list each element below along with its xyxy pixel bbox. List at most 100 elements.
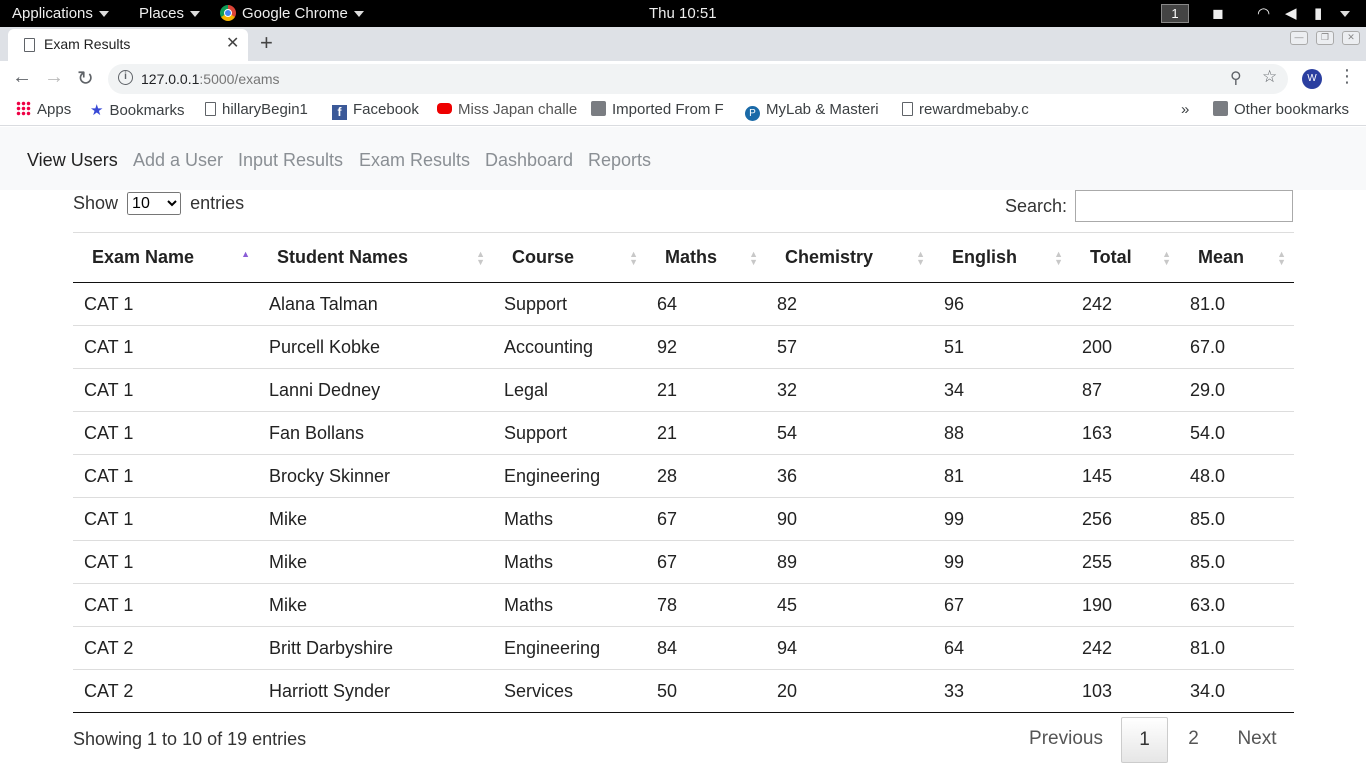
table-cell: 242 — [1071, 282, 1179, 326]
applications-menu[interactable]: Applications — [12, 0, 109, 27]
table-cell: Services — [493, 669, 646, 713]
column-header-total[interactable]: Total ▲ ▼ — [1071, 232, 1179, 283]
page-length-select[interactable]: 10 — [127, 192, 182, 215]
star-icon: ★ — [90, 102, 104, 119]
pagination-page-1[interactable]: 1 — [1121, 717, 1168, 763]
bookmark-other[interactable]: Other bookmarks — [1213, 101, 1349, 118]
places-label: Places — [139, 5, 185, 22]
table-row: CAT 1 Mike Maths 67 89 99 255 85.0 — [73, 540, 1294, 584]
nav-reports[interactable]: Reports — [588, 150, 651, 171]
pagination-page-2[interactable]: 2 — [1172, 717, 1215, 763]
table-cell: 45 — [766, 583, 933, 627]
battery-icon[interactable]: ▮ — [1314, 0, 1322, 27]
reload-icon[interactable]: ↻ — [77, 66, 94, 91]
nav-dashboard[interactable]: Dashboard — [485, 150, 573, 171]
page-icon — [205, 102, 216, 116]
system-menu-button[interactable] — [1334, 0, 1350, 27]
bookmark-label: Imported From F — [612, 101, 724, 118]
bookmark-bookmarks[interactable]: ★ Bookmarks — [90, 101, 184, 119]
table-info: Showing 1 to 10 of 19 entries — [73, 729, 307, 749]
chrome-logo-icon — [220, 5, 236, 21]
sort-icon: ▲ ▼ — [476, 249, 485, 267]
table-cell: 67 — [933, 583, 1071, 627]
table-cell: 190 — [1071, 583, 1179, 627]
app-navbar: View Users Add a User Input Results Exam… — [0, 127, 1366, 190]
star-icon[interactable]: ☆ — [1262, 67, 1277, 87]
info-icon[interactable]: i — [118, 70, 133, 85]
show-label: Show — [73, 193, 119, 213]
chevron-down-icon — [98, 11, 109, 18]
bookmark-mylab[interactable]: P MyLab & Masteri — [745, 101, 879, 121]
chrome-app-menu[interactable]: Google Chrome — [220, 0, 364, 27]
bookmark-facebook[interactable]: f Facebook — [332, 101, 419, 120]
bookmark-miss-japan[interactable]: Miss Japan challe — [437, 101, 577, 118]
profile-avatar[interactable]: W — [1302, 69, 1322, 89]
places-menu[interactable]: Places — [139, 0, 201, 27]
menu-dots-icon[interactable]: ⋮ — [1338, 66, 1356, 87]
table-cell: Mike — [258, 497, 493, 541]
bookmark-hillarybegin1[interactable]: hillaryBegin1 — [205, 101, 308, 118]
table-cell: 21 — [646, 411, 766, 455]
table-row: CAT 1 Mike Maths 78 45 67 190 63.0 — [73, 583, 1294, 627]
nav-input-results[interactable]: Input Results — [238, 150, 343, 171]
wifi-icon[interactable]: ◠ — [1257, 0, 1270, 27]
sort-icon: ▲ ▼ — [1054, 249, 1063, 267]
column-header-chemistry[interactable]: Chemistry ▲ ▼ — [766, 232, 933, 283]
maximize-icon[interactable]: ❐ — [1316, 31, 1334, 45]
table-cell: 81.0 — [1179, 282, 1294, 326]
table-cell: CAT 1 — [73, 540, 258, 584]
chevron-down-icon — [1340, 11, 1350, 18]
minimize-icon[interactable]: — — [1290, 31, 1308, 45]
pagination-next[interactable]: Next — [1222, 717, 1292, 763]
column-header-maths[interactable]: Maths ▲ ▼ — [646, 232, 766, 283]
address-bar[interactable]: i 127.0.0.1:5000/exams ⚲ ☆ — [108, 64, 1288, 94]
table-cell: 54 — [766, 411, 933, 455]
table-cell: Lanni Dedney — [258, 368, 493, 412]
column-header-english[interactable]: English ▲ ▼ — [933, 232, 1071, 283]
table-cell: 54.0 — [1179, 411, 1294, 455]
nav-add-user[interactable]: Add a User — [133, 150, 223, 171]
pagination-previous[interactable]: Previous — [1015, 717, 1117, 763]
close-icon[interactable]: ✕ — [226, 33, 239, 53]
search-input[interactable] — [1075, 190, 1293, 222]
clock[interactable]: Thu 10:51 — [649, 0, 717, 27]
table-cell: CAT 2 — [73, 669, 258, 713]
bookmark-apps[interactable]: Apps — [16, 101, 71, 118]
applications-label: Applications — [12, 5, 93, 22]
youtube-icon — [437, 103, 452, 114]
bookmark-label: Facebook — [353, 101, 419, 118]
table-cell: 85.0 — [1179, 497, 1294, 541]
column-header-course[interactable]: Course ▲ ▼ — [493, 232, 646, 283]
bookmark-rewardmebaby[interactable]: rewardmebaby.c — [902, 101, 1029, 118]
nav-view-users[interactable]: View Users — [27, 150, 118, 171]
new-tab-icon[interactable]: + — [260, 30, 273, 56]
camera-icon[interactable]: ◼ — [1212, 0, 1224, 27]
table-cell: 90 — [766, 497, 933, 541]
column-label: Chemistry — [785, 247, 874, 267]
table-cell: 21 — [646, 368, 766, 412]
bookmarks-overflow-icon[interactable]: » — [1181, 101, 1189, 118]
nav-exam-results[interactable]: Exam Results — [359, 150, 470, 171]
column-header-mean[interactable]: Mean ▲ ▼ — [1179, 232, 1294, 283]
tab-strip: Exam Results ✕ + — ❐ ✕ — [0, 27, 1366, 61]
back-icon[interactable]: ← — [12, 66, 32, 89]
column-header-exam-name[interactable]: Exam Name ▲ — [73, 232, 258, 283]
bookmark-imported[interactable]: Imported From F — [591, 101, 724, 118]
window-close-icon[interactable]: ✕ — [1342, 31, 1360, 45]
table-cell: 32 — [766, 368, 933, 412]
workspace-indicator[interactable]: 1 — [1161, 4, 1189, 23]
table-cell: Fan Bollans — [258, 411, 493, 455]
forward-icon[interactable]: → — [44, 66, 64, 89]
table-cell: 92 — [646, 325, 766, 369]
zoom-icon[interactable]: ⚲ — [1230, 68, 1242, 88]
table-row: CAT 2 Britt Darbyshire Engineering 84 94 64 24… — [73, 626, 1294, 670]
table-cell: 255 — [1071, 540, 1179, 584]
pearson-icon: P — [745, 106, 760, 121]
browser-toolbar: ← → ↻ i 127.0.0.1:5000/exams ⚲ ☆ W ⋮ — [0, 61, 1366, 97]
table-cell: 78 — [646, 583, 766, 627]
tab-exam-results[interactable]: Exam Results ✕ — [8, 29, 248, 61]
table-cell: Mike — [258, 540, 493, 584]
volume-icon[interactable]: ◀ — [1285, 0, 1297, 27]
column-label: Exam Name — [92, 247, 195, 267]
column-header-student-names[interactable]: Student Names ▲ ▼ — [258, 232, 493, 283]
